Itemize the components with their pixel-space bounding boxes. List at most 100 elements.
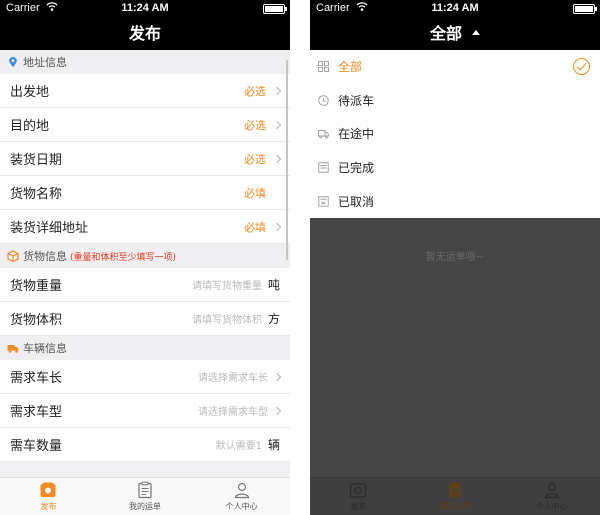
unit-label: 吨	[267, 278, 280, 292]
filter-label: 已完成	[338, 161, 375, 176]
field-placeholder: 请选择需求车型	[198, 407, 268, 418]
user-icon	[234, 482, 249, 499]
clock: 11:24 AM	[121, 2, 169, 14]
publish-icon	[40, 482, 56, 497]
filter-label: 已取消	[338, 194, 375, 209]
tab-profile[interactable]: 个人中心	[503, 478, 600, 515]
user-icon	[544, 482, 559, 499]
caret-up-icon	[472, 30, 481, 35]
field-label: 装货日期	[10, 153, 63, 168]
required-badge: 必选	[244, 118, 266, 132]
field-label: 出发地	[10, 85, 50, 100]
dim-overlay[interactable]: 暂无运单哦~	[310, 218, 600, 515]
clipboard-icon	[449, 482, 461, 498]
status-bar: Carrier 11:24 AM	[0, 0, 290, 17]
filter-item-cancelled[interactable]: 已取消	[310, 184, 600, 218]
chevron-right-icon	[272, 86, 282, 95]
cargo-volume-field[interactable]: 货物体积 请填写货物体积 方	[0, 302, 290, 336]
nav-bar[interactable]: 全部	[310, 17, 600, 50]
document-icon	[318, 162, 329, 173]
cargo-name-field[interactable]: 货物名称 必填	[0, 176, 290, 210]
truck-icon	[7, 342, 19, 354]
chevron-right-icon	[272, 154, 282, 163]
publish-form: 地址信息 出发地 必选 目的地 必选 装货日期 必选 货物名称 必填 装货详细地…	[0, 50, 290, 477]
section-header-vehicle: 车辆信息	[0, 336, 290, 360]
filter-item-completed[interactable]: 已完成	[310, 151, 600, 185]
tab-my-orders[interactable]: 我的运单	[407, 478, 504, 515]
tab-label: 发布	[350, 502, 367, 511]
unit-label: 辆	[267, 438, 280, 452]
section-note: (重量和体积至少填写一项)	[70, 252, 177, 263]
orders-screen: Carrier 11:24 AM 全部 全部 待派车 在途中 已完成 已取消 暂…	[310, 0, 600, 515]
truck-icon	[318, 128, 329, 139]
tab-label: 我的运单	[439, 502, 471, 511]
required-badge: 必选	[244, 152, 266, 166]
tab-bar: 发布 我的运单 个人中心	[0, 477, 290, 515]
unit-label: 方	[267, 312, 280, 326]
tab-label: 我的运单	[129, 502, 161, 511]
field-label: 货物体积	[10, 313, 63, 328]
tab-publish[interactable]: 发布	[0, 478, 97, 515]
field-label: 装货详细地址	[10, 221, 89, 236]
tab-my-orders[interactable]: 我的运单	[97, 478, 194, 515]
chevron-right-icon	[272, 372, 282, 381]
tab-label: 个人中心	[535, 502, 568, 511]
section-title: 货物信息	[23, 250, 67, 263]
chevron-right-icon	[272, 120, 282, 129]
field-label: 需车数量	[10, 439, 63, 454]
field-label: 需求车长	[10, 371, 63, 386]
scrollbar[interactable]	[286, 60, 288, 260]
filter-item-in-transit[interactable]: 在途中	[310, 117, 600, 151]
empty-state-text: 暂无运单哦~	[425, 252, 485, 263]
vehicle-count-field[interactable]: 需车数量 默认需要1 辆	[0, 428, 290, 462]
field-placeholder: 请填写货物重量	[191, 281, 262, 292]
box-icon	[7, 250, 19, 263]
filter-label: 待派车	[338, 93, 375, 108]
field-placeholder: 默认需要1	[215, 441, 262, 452]
cargo-weight-field[interactable]: 货物重量 请填写货物重量 吨	[0, 268, 290, 302]
status-filter-menu: 全部 待派车 在途中 已完成 已取消	[310, 50, 600, 218]
vehicle-length-field[interactable]: 需求车长 请选择需求车长	[0, 360, 290, 394]
clock-icon	[318, 95, 329, 106]
destination-field[interactable]: 目的地 必选	[0, 108, 290, 142]
filter-item-pending[interactable]: 待派车	[310, 84, 600, 118]
grid-icon	[318, 61, 329, 73]
loading-address-field[interactable]: 装货详细地址 必填	[0, 210, 290, 244]
chevron-right-icon	[272, 406, 282, 415]
loading-date-field[interactable]: 装货日期 必选	[0, 142, 290, 176]
tab-label: 发布	[40, 502, 57, 511]
filter-label: 全部	[338, 60, 363, 75]
field-placeholder: 请填写货物体积	[191, 315, 262, 326]
section-title: 地址信息	[23, 56, 67, 69]
publish-screen: Carrier 11:24 AM 发布 地址信息 出发地 必选 目的地 必选 装…	[0, 0, 290, 515]
filter-label: 在途中	[338, 127, 375, 142]
filter-title[interactable]: 全部	[430, 24, 462, 43]
nav-bar: 发布	[0, 17, 290, 50]
status-bar: Carrier 11:24 AM	[310, 0, 600, 17]
battery-icon	[573, 4, 597, 14]
field-label: 货物重量	[10, 279, 63, 294]
section-header-goods: 货物信息 (重量和体积至少填写一项)	[0, 244, 290, 268]
filter-item-all[interactable]: 全部	[310, 50, 600, 84]
field-label: 目的地	[10, 119, 50, 134]
field-label: 需求车型	[10, 405, 63, 420]
check-circle-icon	[573, 58, 590, 75]
clock: 11:24 AM	[431, 2, 479, 14]
location-pin-icon	[7, 56, 19, 68]
tab-publish[interactable]: 发布	[310, 478, 407, 515]
departure-field[interactable]: 出发地 必选	[0, 74, 290, 108]
required-badge: 必填	[244, 220, 266, 234]
field-label: 货物名称	[10, 187, 63, 202]
required-badge: 必选	[244, 84, 266, 98]
vehicle-type-field[interactable]: 需求车型 请选择需求车型	[0, 394, 290, 428]
battery-icon	[263, 4, 287, 14]
page-title: 发布	[128, 24, 161, 43]
clipboard-icon	[138, 481, 152, 499]
field-placeholder: 请选择需求车长	[198, 373, 268, 384]
tab-profile[interactable]: 个人中心	[193, 478, 290, 515]
section-header-address: 地址信息	[0, 50, 290, 74]
chevron-right-icon	[272, 222, 282, 231]
publish-icon	[350, 483, 367, 498]
section-title: 车辆信息	[23, 342, 67, 355]
cancelled-doc-icon	[318, 196, 329, 207]
